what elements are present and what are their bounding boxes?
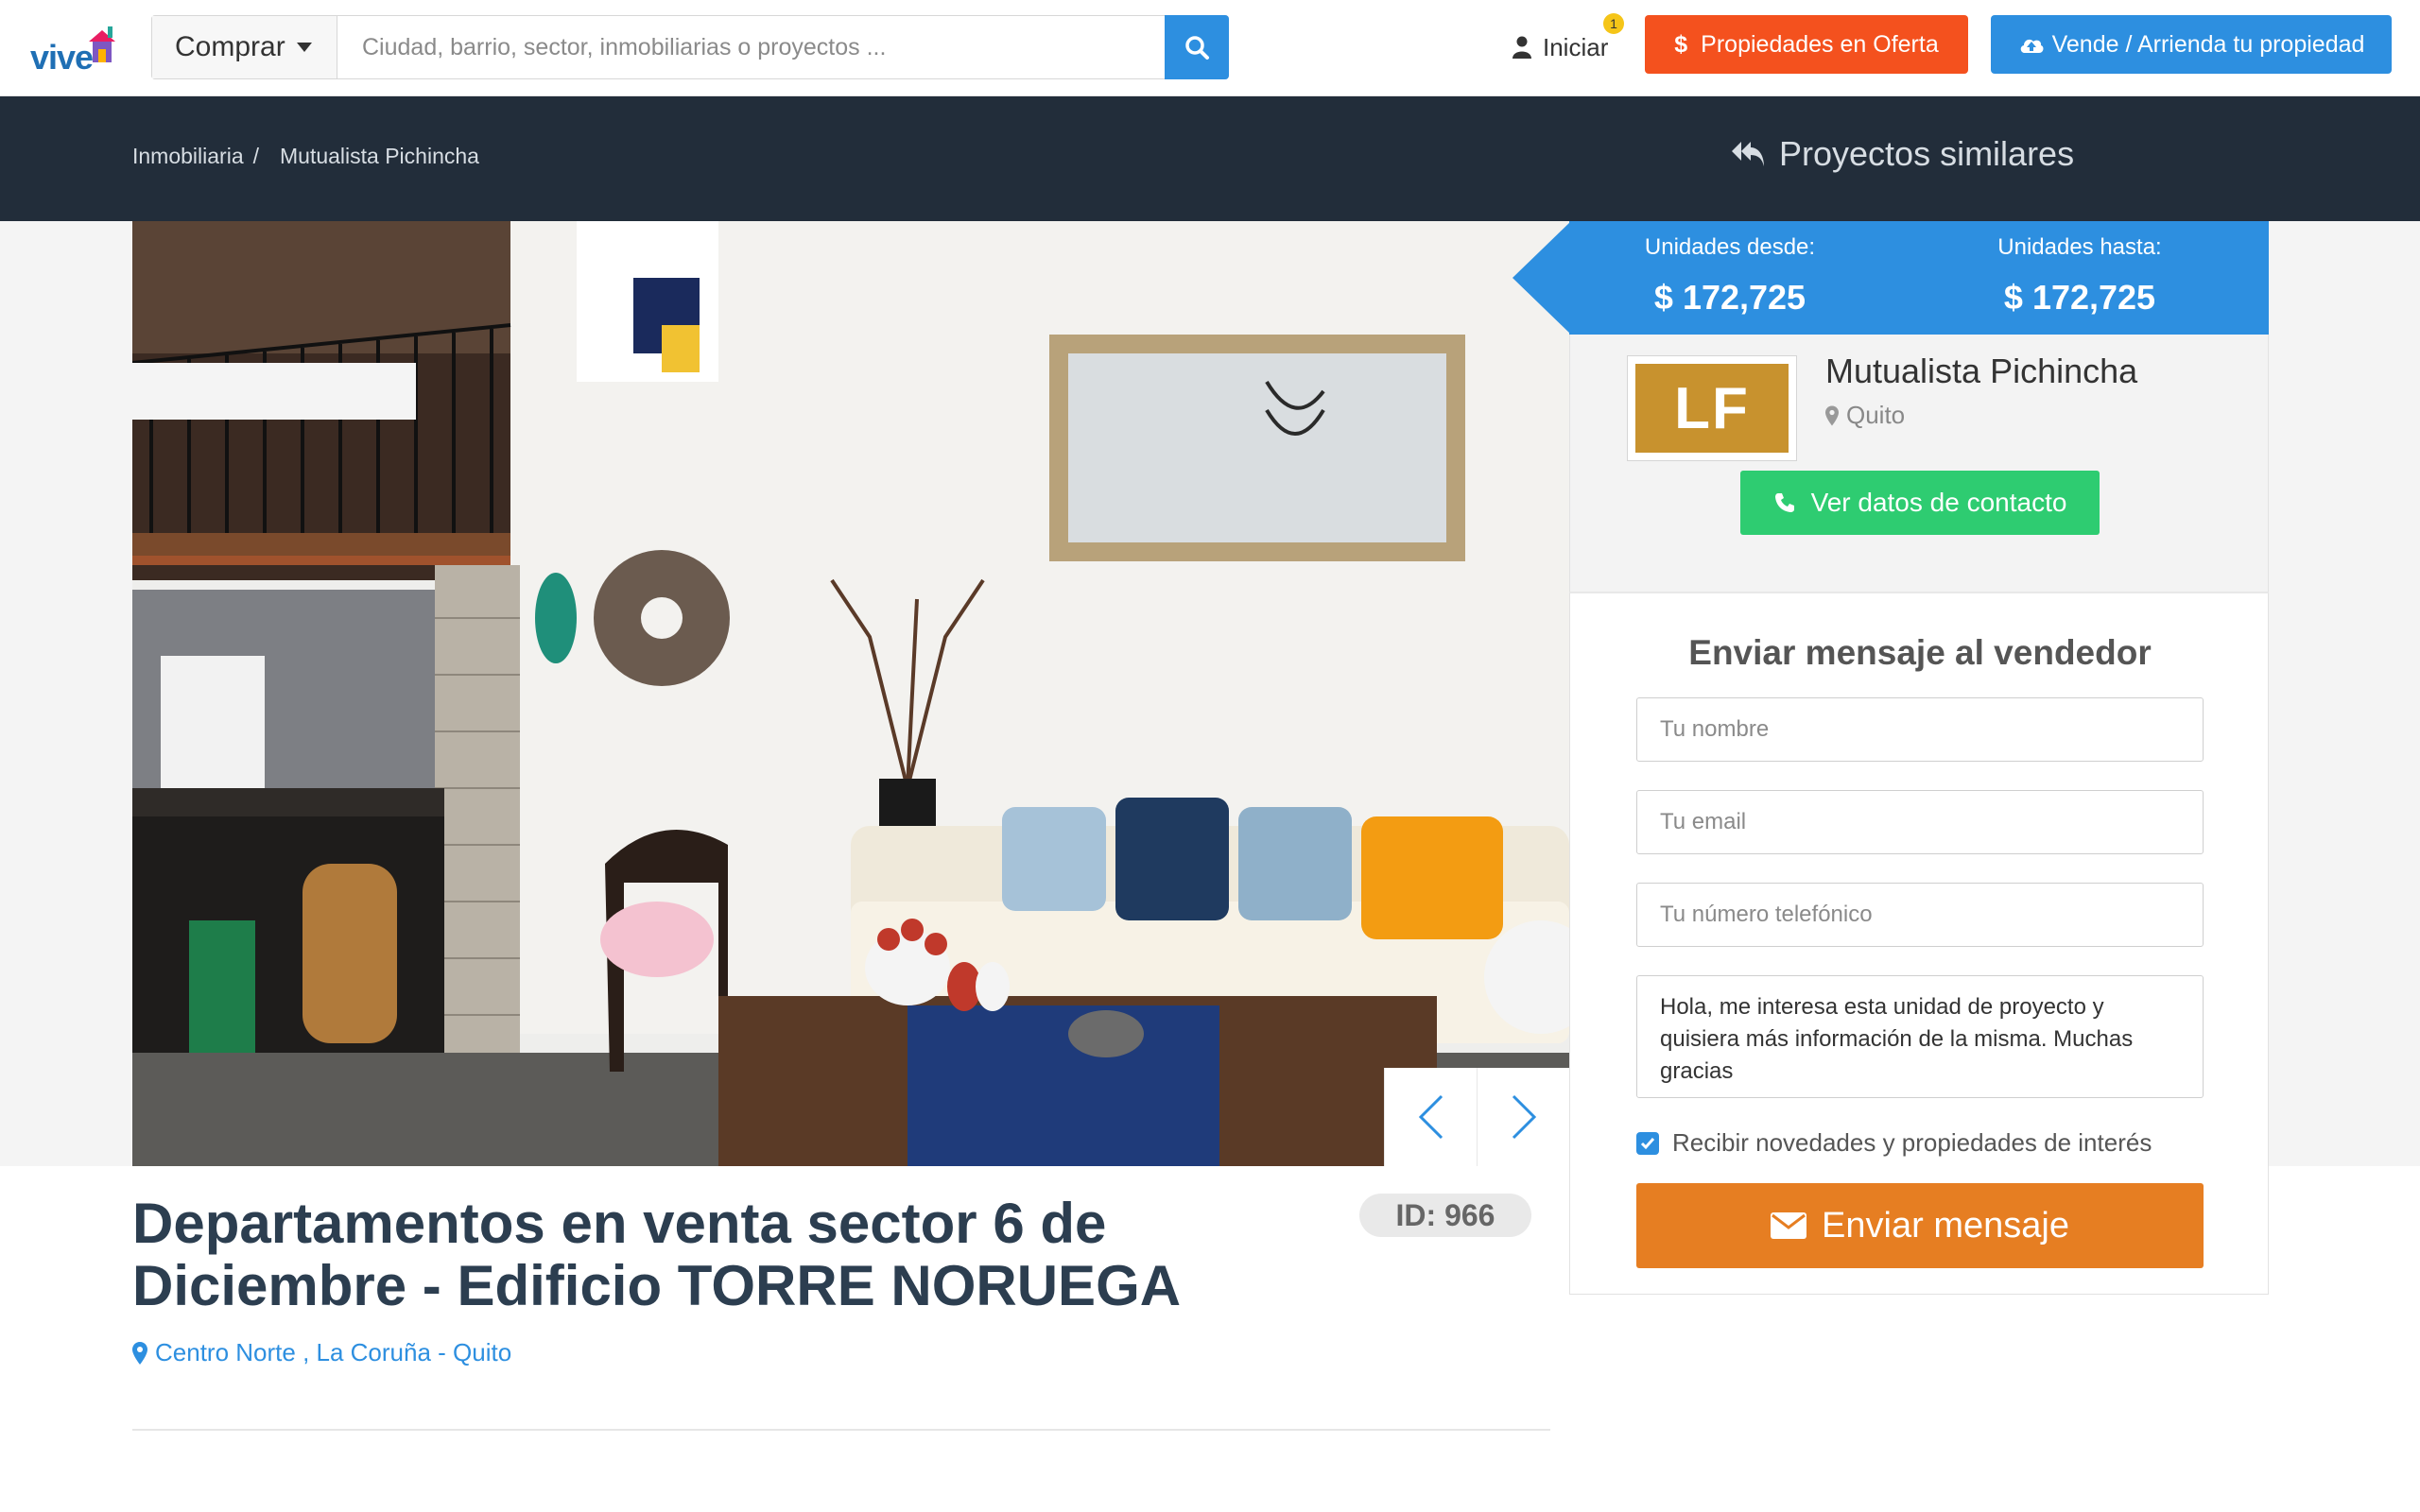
send-message-label: Enviar mensaje (1822, 1205, 2069, 1246)
breadcrumb: Inmobiliaria / Mutualista Pichincha (132, 144, 479, 169)
price-band: Unidades desde: $ 172,725 Unidades hasta… (1569, 221, 2269, 335)
chevron-left-icon (1418, 1094, 1443, 1140)
site-logo[interactable]: vive (30, 21, 125, 77)
breadcrumb-item-developer[interactable]: Mutualista Pichincha (280, 144, 479, 169)
breadcrumb-item-inmobiliaria[interactable]: Inmobiliaria (132, 144, 244, 169)
newsletter-checkbox-row[interactable]: Recibir novedades y propiedades de inter… (1636, 1128, 2152, 1158)
listing-id-badge: ID: 966 (1359, 1194, 1531, 1237)
login-label: Iniciar (1543, 32, 1609, 61)
developer-logo[interactable]: LF (1627, 355, 1797, 461)
login-link[interactable]: Iniciar 1 (1512, 13, 1624, 66)
newsletter-checkbox[interactable] (1636, 1131, 1659, 1155)
developer-logo-text: LF (1635, 364, 1789, 453)
developer-city: Quito (1825, 401, 1905, 430)
listing-location-link[interactable]: Centro Norte , La Coruña - Quito (132, 1338, 511, 1367)
sell-rent-label: Vende / Arrienda tu propiedad (2051, 30, 2365, 58)
search-icon (1185, 36, 1209, 60)
name-field[interactable] (1636, 697, 2204, 762)
price-to: Unidades hasta: $ 172,725 (1938, 234, 2221, 318)
sell-rent-button[interactable]: Vende / Arrienda tu propiedad (1991, 15, 2392, 74)
gallery-next-button[interactable] (1477, 1068, 1569, 1166)
phone-field[interactable] (1636, 883, 2204, 947)
price-to-label: Unidades hasta: (1997, 234, 2162, 260)
search-mode-label: Comprar (175, 31, 285, 62)
reply-all-icon (1732, 142, 1764, 166)
divider (132, 1429, 1550, 1431)
caret-down-icon (296, 43, 312, 52)
developer-city-label: Quito (1846, 401, 1906, 429)
search-input[interactable] (337, 16, 1160, 78)
developer-card: LF Mutualista Pichincha Quito Ver datos … (1569, 335, 2269, 592)
offers-button[interactable]: $ Propiedades en Oferta (1645, 15, 1968, 74)
breadcrumb-separator: / (252, 144, 259, 168)
offers-label: Propiedades en Oferta (1701, 30, 1939, 58)
logo-text: vive (30, 38, 94, 77)
map-marker-icon (1825, 405, 1839, 425)
price-band-arrow (1512, 221, 1571, 335)
search-button[interactable] (1165, 15, 1229, 79)
price-to-value: $ 172,725 (2003, 278, 2156, 317)
search-bar: Comprar (151, 15, 1229, 79)
cloud-upload-icon (2020, 39, 2044, 53)
dollar-icon: $ (1674, 30, 1688, 58)
email-field[interactable] (1636, 790, 2204, 854)
listing-location-label: Centro Norte , La Coruña - Quito (155, 1338, 512, 1366)
map-marker-icon (132, 1341, 147, 1365)
property-photo-gallery[interactable] (132, 221, 1569, 1166)
send-message-button[interactable]: Enviar mensaje (1636, 1183, 2204, 1268)
user-icon (1512, 36, 1531, 59)
living-room-photo (132, 221, 1569, 1166)
message-textarea[interactable]: Hola, me interesa esta unidad de proyect… (1636, 975, 2204, 1098)
price-from: Unidades desde: $ 172,725 (1588, 234, 1872, 318)
gallery-prev-button[interactable] (1384, 1068, 1477, 1166)
gallery-nav (1384, 1068, 1569, 1166)
house-logo-icon (89, 26, 115, 62)
top-navbar: vive Comprar Iniciar 1 $ Propie (0, 0, 2420, 96)
price-from-value: $ 172,725 (1653, 278, 1806, 317)
contact-form: Enviar mensaje al vendedor Hola, me inte… (1569, 592, 2269, 1295)
price-from-label: Unidades desde: (1644, 234, 1816, 260)
developer-name[interactable]: Mutualista Pichincha (1825, 352, 2137, 391)
chevron-right-icon (1512, 1094, 1536, 1140)
newsletter-label: Recibir novedades y propiedades de inter… (1672, 1128, 2152, 1157)
breadcrumb-band: Inmobiliaria / Mutualista Pichincha Proy… (0, 96, 2420, 221)
similar-projects-label: Proyectos similares (1779, 134, 2075, 173)
view-contact-button[interactable]: Ver datos de contacto (1740, 471, 2100, 535)
check-icon (1640, 1137, 1655, 1149)
similar-projects-link[interactable]: Proyectos similares (1730, 134, 2074, 174)
search-mode-dropdown[interactable]: Comprar (152, 16, 337, 78)
listing-title: Departamentos en venta sector 6 de Dicie… (132, 1192, 1182, 1317)
view-contact-label: Ver datos de contacto (1810, 488, 2067, 517)
envelope-icon (1771, 1212, 1807, 1239)
notification-badge: 1 (1603, 13, 1624, 34)
phone-icon (1774, 493, 1794, 512)
form-title: Enviar mensaje al vendedor (1688, 633, 2152, 672)
